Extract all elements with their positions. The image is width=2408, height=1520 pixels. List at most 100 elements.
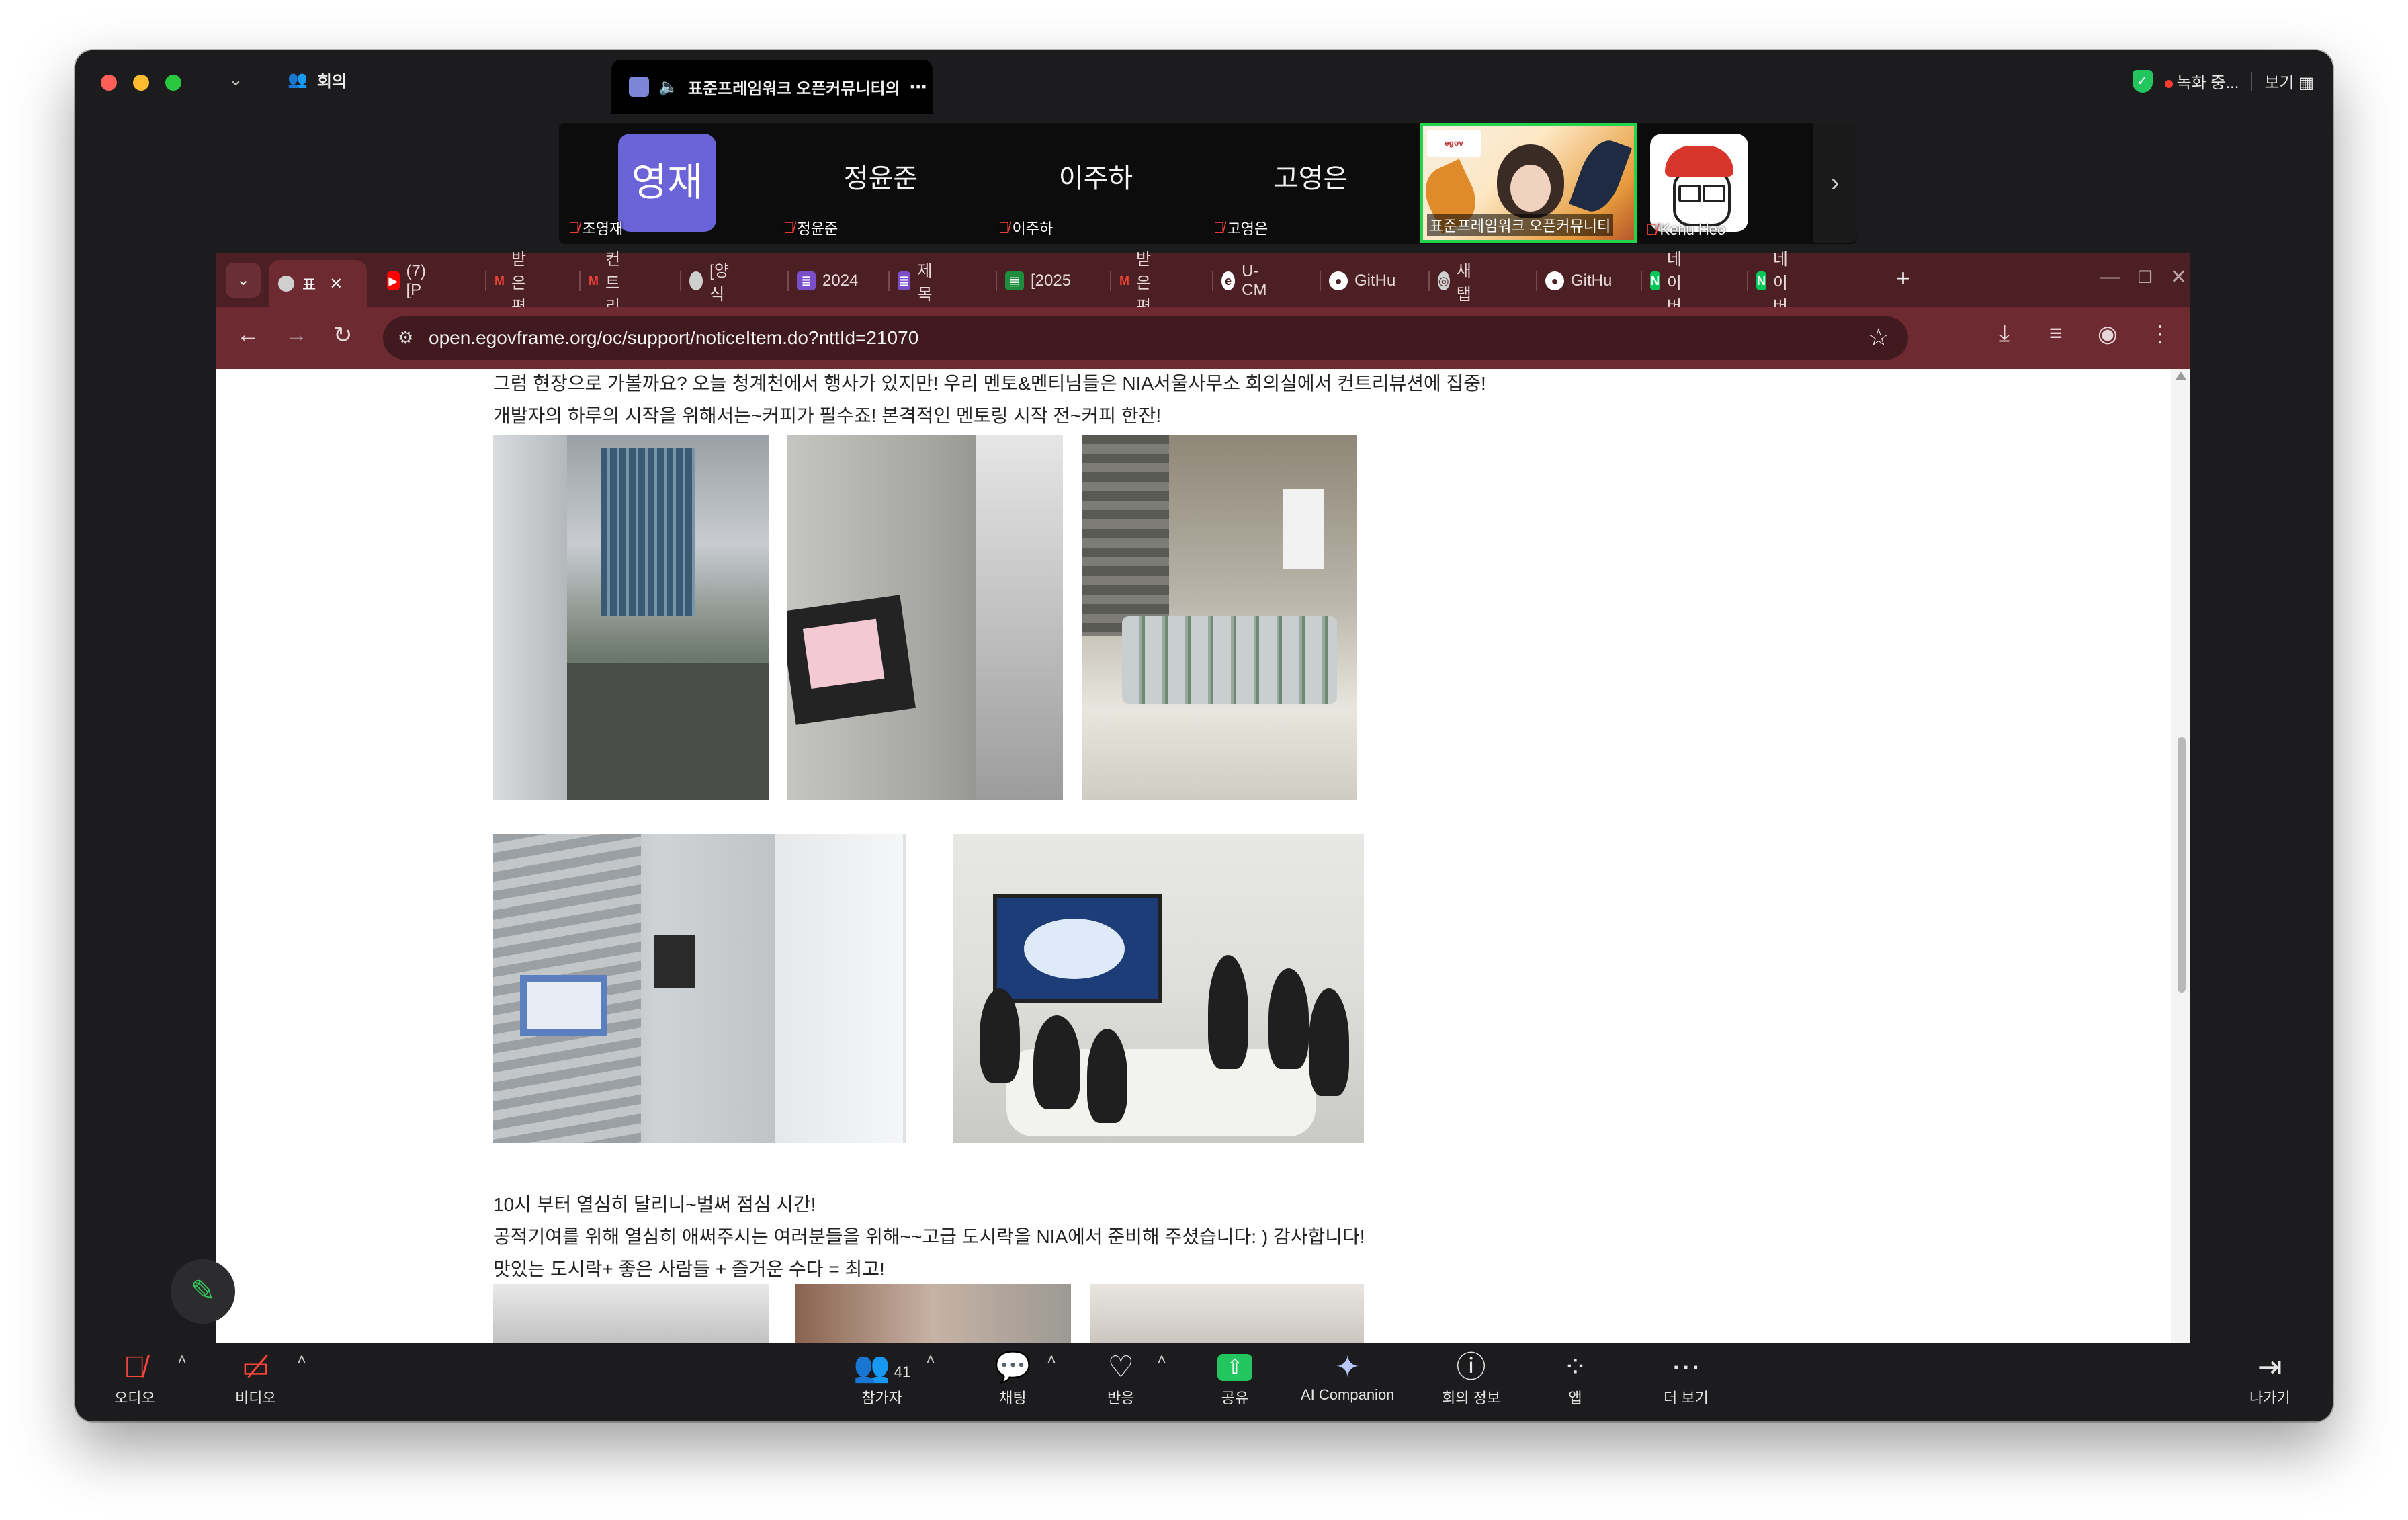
participant-label: 🎙̸ 이주하	[998, 217, 1053, 239]
browser-tab[interactable]: N 네이버	[1756, 251, 1797, 316]
security-shield-icon[interactable]: ✓	[2132, 69, 2153, 93]
more-button[interactable]: ⋯ 더 보기	[1664, 1349, 1709, 1408]
browser-tab[interactable]: e U-CM	[1221, 262, 1272, 299]
mic-muted-icon: 🎙̸	[1646, 221, 1658, 238]
chevron-right-icon: ›	[1830, 168, 1840, 198]
participant-tile[interactable]: 고영은 🎙̸ 고영은	[1204, 123, 1418, 243]
close-button[interactable]: ✕	[2170, 265, 2187, 289]
browser-tab[interactable]: ◎ 새 탭	[1438, 262, 1478, 304]
zoom-title-bar: ⌄ 👥 회의 🔈 표준프레임워크 오픈커뮤니티의 ⋯ ✓ 녹화 중... 보기 …	[75, 50, 2333, 114]
new-tab-button[interactable]: +	[1896, 264, 1910, 292]
browser-tab[interactable]: [양식	[689, 262, 734, 304]
share-button[interactable]: ⇧ 공유	[1217, 1349, 1252, 1408]
browser-tab[interactable]: M 컨트리	[589, 251, 629, 316]
info-icon: ⓘ	[1456, 1351, 1486, 1384]
meeting-menu[interactable]: 👥 회의	[288, 68, 347, 91]
heart-icon: ♡	[1107, 1351, 1134, 1384]
view-button[interactable]: 보기 ▦	[2264, 69, 2314, 93]
view-label: 보기	[2264, 74, 2294, 92]
browser-tab[interactable]: ▶ (7) [P	[387, 262, 432, 299]
leave-label: 나가기	[2249, 1390, 2290, 1406]
chat-button[interactable]: 💬 채팅	[994, 1349, 1031, 1408]
tab-label: 네이버	[1772, 250, 1788, 316]
download-icon[interactable]: ⤓	[2000, 321, 2010, 347]
address-bar[interactable]: ⚙ open.egovframe.org/oc/support/noticeIt…	[383, 316, 1908, 360]
share-screen-icon: ⇧	[1217, 1354, 1252, 1381]
browser-tab[interactable]: ● GitHu	[1329, 264, 1395, 298]
tab-divider	[888, 271, 890, 291]
browser-tab[interactable]: M 받은편	[1119, 251, 1160, 316]
browser-tab[interactable]: ≣ 제목	[898, 262, 938, 304]
annotate-pencil-icon[interactable]: ✎	[171, 1259, 235, 1324]
browser-tab[interactable]: ● GitHu	[1545, 264, 1612, 298]
recording-indicator[interactable]: 녹화 중...	[2164, 69, 2239, 93]
ai-companion-button[interactable]: ✦ AI Companion	[1301, 1349, 1394, 1404]
participant-label: 🎙̸ Kenu Heo	[1646, 221, 1725, 239]
person	[1033, 1015, 1080, 1109]
chevron-down-icon[interactable]: ⌄	[228, 69, 243, 90]
audio-options-caret-icon[interactable]: ˄	[177, 1351, 187, 1370]
site-settings-icon[interactable]: ⚙	[398, 327, 413, 348]
participants-button[interactable]: 👥 41 참가자	[853, 1349, 910, 1408]
participant-label: 🎙̸ 조영재	[568, 217, 623, 239]
more-options-icon[interactable]: ⋯	[910, 77, 927, 97]
audio-button[interactable]: 🎙̸ 오디오	[114, 1349, 155, 1408]
next-page-button[interactable]: ›	[1813, 123, 1857, 243]
tab-strip: ⌄ 표 ✕ ▶ (7) [P M 받은편 M 컨트리 [양식 ≣ 2024 ≣ 제목 ▤ [2025 M 받…	[216, 251, 2190, 316]
back-arrow-icon[interactable]: ←	[236, 322, 259, 348]
close-icon[interactable]: ✕	[329, 274, 343, 294]
participant-tile[interactable]: 영재 🎙̸ 조영재	[559, 123, 773, 243]
zoom-window-button[interactable]	[165, 75, 181, 91]
participant-tile[interactable]: 정윤준 🎙̸ 정윤준	[774, 123, 988, 243]
meeting-label: 회의	[316, 73, 347, 91]
profile-icon[interactable]: ◉	[2098, 321, 2118, 347]
reading-list-icon[interactable]: ≡	[2049, 321, 2063, 347]
video-button[interactable]: ▭̸ 비디오	[235, 1349, 276, 1408]
meeting-tab[interactable]: 🔈 표준프레임워크 오픈커뮤니티의 ⋯	[611, 60, 933, 114]
ai-companion-label: AI Companion	[1301, 1386, 1395, 1403]
browser-tab[interactable]: M 받은편	[494, 251, 535, 316]
kebab-menu-icon[interactable]: ⋮	[2149, 321, 2172, 347]
browser-tab[interactable]: ≣ 2024	[797, 264, 858, 298]
tab-divider	[1747, 271, 1748, 291]
tab-divider	[579, 271, 580, 291]
video-options-caret-icon[interactable]: ˄	[297, 1351, 306, 1370]
bookmark-star-icon[interactable]: ☆	[1868, 323, 1889, 351]
participant-tile[interactable]: 🎙̸ Kenu Heo	[1637, 123, 1771, 243]
reactions-caret-icon[interactable]: ˄	[1157, 1351, 1166, 1370]
scrollbar-thumb[interactable]	[2178, 737, 2186, 993]
minimize-window-button[interactable]	[133, 75, 149, 91]
reactions-button[interactable]: ♡ 반응	[1107, 1349, 1134, 1408]
photo-lunch-3	[1090, 1284, 1364, 1345]
photo-mentoring-session	[953, 834, 1364, 1143]
video-off-icon: ▭̸	[241, 1351, 270, 1384]
participants-caret-icon[interactable]: ˄	[926, 1351, 935, 1370]
browser-tab[interactable]: N 네이버	[1650, 251, 1690, 316]
close-window-button[interactable]	[101, 75, 117, 91]
participant-name: 조영재	[582, 220, 624, 237]
minimize-button[interactable]: —	[2100, 265, 2120, 288]
naver-icon: N	[1756, 271, 1766, 290]
meeting-info-label: 회의 정보	[1442, 1390, 1501, 1406]
chat-bubble-icon: 💬	[994, 1351, 1031, 1384]
vertical-scrollbar[interactable]	[2172, 369, 2190, 1345]
reload-icon[interactable]: ↻	[333, 322, 353, 349]
leaf-decoration	[1568, 134, 1633, 218]
tab-search-button[interactable]: ⌄	[226, 263, 261, 298]
scroll-up-arrow-icon[interactable]	[2176, 372, 2186, 380]
meeting-info-button[interactable]: ⓘ 회의 정보	[1442, 1349, 1500, 1408]
tab-divider	[787, 271, 789, 291]
meeting-tab-title: 표준프레임워크 오픈커뮤니티의	[687, 79, 900, 98]
forward-arrow-icon[interactable]: →	[285, 322, 308, 348]
active-speaker-video[interactable]: egov 표준프레임워크 오픈커뮤니티	[1416, 123, 1637, 243]
tab-active[interactable]: 표 ✕	[269, 260, 367, 307]
restore-button[interactable]: ❐	[2138, 268, 2153, 288]
tab-divider	[1212, 271, 1213, 291]
browser-tab[interactable]: ▤ [2025	[1005, 264, 1071, 298]
tab-label: 2024	[822, 271, 859, 290]
participant-tile[interactable]: 이주하 🎙̸ 이주하	[989, 123, 1203, 243]
leave-button[interactable]: ⇥ 나가기	[2249, 1349, 2290, 1408]
chat-caret-icon[interactable]: ˄	[1047, 1351, 1056, 1370]
apps-button[interactable]: ⁘ 앱	[1563, 1349, 1588, 1408]
forms-icon: ≣	[797, 271, 816, 290]
